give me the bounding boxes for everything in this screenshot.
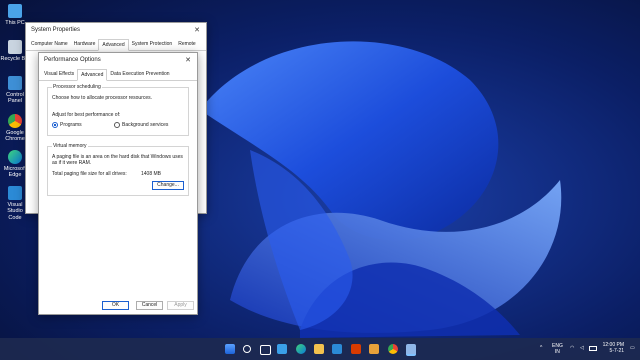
chrome-icon — [8, 114, 22, 128]
edge-icon[interactable] — [296, 344, 306, 354]
system-properties-taskbar-icon[interactable] — [406, 344, 416, 356]
tab-advanced[interactable]: Advanced — [98, 39, 129, 51]
radio-background-services[interactable]: Background services — [114, 122, 168, 128]
tab-visual-effects[interactable]: Visual Effects — [41, 69, 77, 80]
tab-computer-name[interactable]: Computer Name — [28, 39, 71, 50]
performance-options-dialog: Performance Options ✕ Visual Effects Adv… — [38, 52, 198, 315]
ok-button[interactable]: OK — [102, 301, 129, 310]
widgets-icon[interactable] — [277, 344, 287, 354]
tab-data-execution-prevention[interactable]: Data Execution Prevention — [107, 69, 172, 80]
clock-date: 5-7-21 — [609, 348, 624, 354]
tab-remote[interactable]: Remote — [175, 39, 199, 50]
change-button[interactable]: Change... — [152, 181, 184, 190]
virtual-memory-title: Virtual memory — [52, 143, 88, 149]
radio-unselected-icon — [114, 122, 120, 128]
radio-background-label: Background services — [122, 122, 169, 128]
total-paging-value: 1408 MB — [141, 171, 162, 177]
apply-button[interactable]: Apply — [167, 301, 194, 310]
virtual-memory-description: A paging file is an area on the hard dis… — [52, 154, 183, 166]
processor-scheduling-title: Processor scheduling — [52, 84, 102, 90]
vscode-icon — [8, 186, 22, 200]
radio-selected-icon — [52, 122, 58, 128]
close-icon[interactable]: ✕ — [194, 26, 200, 34]
chrome-icon[interactable] — [388, 344, 398, 354]
tab-system-protection[interactable]: System Protection — [129, 39, 176, 50]
clock[interactable]: 12:00 PM 5-7-21 — [602, 342, 624, 354]
tab-hardware[interactable]: Hardware — [71, 39, 99, 50]
office-icon[interactable] — [351, 344, 361, 354]
file-explorer-icon[interactable] — [314, 344, 324, 354]
battery-icon[interactable] — [589, 346, 597, 351]
edge-icon — [8, 150, 22, 164]
performance-options-tabs: Visual Effects Advanced Data Execution P… — [39, 69, 197, 81]
total-paging-label: Total paging file size for all drives: — [52, 171, 127, 177]
performance-options-title: Performance Options — [44, 57, 101, 63]
system-properties-title: System Properties — [31, 27, 81, 33]
processor-scheduling-group: Processor scheduling Choose how to alloc… — [47, 84, 189, 136]
task-view-icon[interactable] — [260, 345, 271, 355]
wifi-icon[interactable]: ◠ — [570, 345, 574, 351]
adjust-label: Adjust for best performance of: — [52, 112, 121, 118]
system-properties-tabs: Computer Name Hardware Advanced System P… — [26, 39, 206, 51]
monitor-icon — [8, 4, 22, 18]
region-code: IN — [554, 349, 560, 355]
volume-icon[interactable]: ◁ — [580, 345, 584, 351]
close-icon[interactable]: ✕ — [185, 56, 191, 64]
control-panel-icon — [8, 76, 22, 90]
settings-icon[interactable] — [369, 344, 379, 354]
radio-programs-label: Programs — [60, 122, 82, 128]
start-windows-icon[interactable] — [225, 344, 235, 354]
tray-chevron-icon[interactable]: ^ — [540, 345, 542, 351]
processor-scheduling-description: Choose how to allocate processor resourc… — [52, 95, 153, 101]
taskbar: ^ ENG IN ◠ ◁ 12:00 PM 5-7-21 ▭ — [0, 338, 640, 360]
language-indicator[interactable]: ENG IN — [552, 343, 563, 355]
search-icon[interactable] — [243, 345, 251, 353]
recycle-bin-icon — [8, 40, 22, 54]
radio-programs[interactable]: Programs — [52, 122, 82, 128]
store-icon[interactable] — [332, 344, 342, 354]
tab-advanced[interactable]: Advanced — [77, 69, 108, 81]
cancel-button[interactable]: Cancel — [136, 301, 163, 310]
notification-icon[interactable]: ▭ — [630, 345, 635, 351]
virtual-memory-group: Virtual memory A paging file is an area … — [47, 143, 189, 196]
